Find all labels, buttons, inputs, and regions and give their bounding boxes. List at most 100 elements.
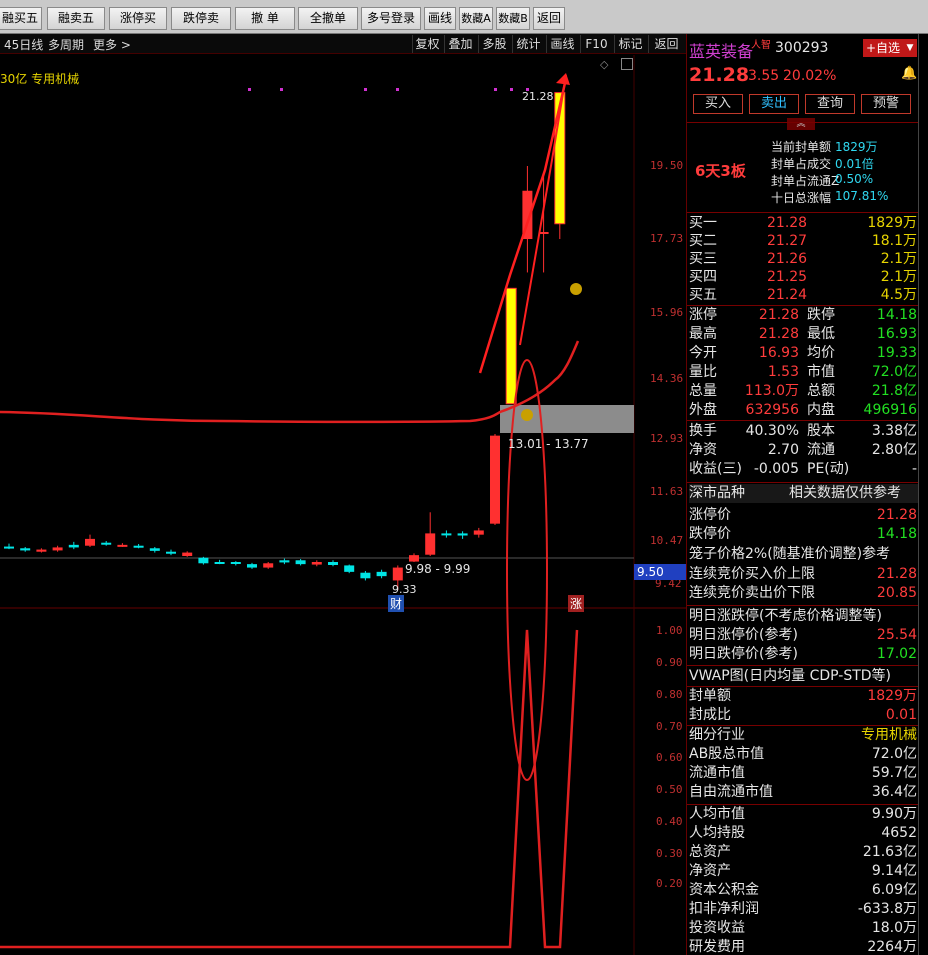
last-price: 21.28 (689, 64, 750, 86)
candle[interactable] (409, 555, 419, 562)
add-watchlist-button[interactable]: +自选 (863, 39, 903, 57)
stat-label: 内盘 (807, 402, 835, 418)
candle[interactable] (425, 533, 436, 555)
data-b-button[interactable]: 数藏B (496, 7, 530, 30)
stat-value: 2.70 (767, 442, 799, 458)
more-menu[interactable]: 更多 > (93, 36, 131, 53)
candle[interactable] (473, 530, 484, 535)
candle[interactable] (295, 560, 306, 565)
candle[interactable] (328, 562, 338, 565)
candle[interactable] (376, 571, 387, 577)
candle[interactable] (279, 560, 290, 563)
kv-value: 4652 (881, 825, 917, 841)
kv-label: 连续竞价买入价上限 (689, 566, 815, 582)
candle[interactable] (52, 547, 63, 551)
kv-row: 细分行业 专用机械 (689, 726, 919, 745)
candle[interactable] (149, 548, 160, 551)
kv-value: 1829万 (867, 688, 917, 704)
cancel-all-button[interactable]: 全撤单 (298, 7, 358, 30)
buy-button[interactable]: 买入 (693, 94, 743, 114)
candle[interactable] (263, 563, 274, 568)
ma45-label[interactable]: 45日线 (4, 36, 43, 53)
margin-sell-five-button[interactable]: 融卖五 (47, 7, 105, 30)
back-button[interactable]: 返回 (533, 7, 565, 30)
margin-buy-five-button[interactable]: 融买五 (0, 7, 42, 30)
limit-down-sell-button[interactable]: 跌停卖 (171, 7, 231, 30)
y-tick: 19.50 (650, 159, 684, 172)
kv-row: AB股总市值 72.0亿 (689, 745, 919, 764)
limit-up-tag[interactable]: 涨 (568, 595, 585, 612)
kv-row: 封单额 1829万 (689, 687, 919, 706)
kv-label: 总资产 (689, 844, 731, 860)
candle[interactable] (441, 533, 452, 536)
candle[interactable] (166, 551, 176, 554)
lower-tick: 0.70 (656, 720, 683, 733)
candle[interactable] (101, 542, 112, 545)
f10-button[interactable]: F10 (580, 35, 612, 53)
candle[interactable] (36, 549, 47, 552)
stat-label: 均价 (807, 345, 835, 361)
alert-button[interactable]: 预警 (861, 94, 911, 114)
adjust-button[interactable]: 复权 (412, 35, 442, 53)
candle[interactable] (311, 562, 322, 565)
chevron-down-icon[interactable]: ▼ (903, 39, 917, 57)
overlay-button[interactable]: 叠加 (444, 35, 476, 53)
stat-row: 外盘 632956 内盘 496916 (689, 401, 919, 420)
stock-tag: 人智 (751, 40, 771, 51)
collapse-icon[interactable]: ︽ (787, 118, 815, 130)
bid-volume: 4.5万 (880, 287, 917, 303)
candle[interactable] (214, 562, 225, 564)
kv-row: 跌停价 14.18 (689, 525, 919, 544)
money-bag-icon[interactable] (570, 283, 582, 295)
candle[interactable] (4, 546, 14, 549)
candle[interactable] (20, 548, 31, 551)
stat-label: 涨停 (689, 307, 717, 323)
candle[interactable] (117, 544, 128, 547)
candle[interactable] (133, 545, 144, 548)
candle[interactable] (457, 533, 468, 536)
bid-row: 买二 21.27 18.1万 (689, 232, 919, 251)
kv-label: 细分行业 (689, 727, 745, 743)
kv-row: 总资产 21.63亿 (689, 843, 919, 862)
draw-line-button[interactable]: 画线 (424, 7, 456, 30)
lower-tick: 0.40 (656, 815, 683, 828)
candle[interactable] (392, 567, 403, 581)
candlestick-chart[interactable] (0, 55, 686, 955)
candle[interactable] (490, 435, 500, 524)
kv-row: 净资产 9.14亿 (689, 862, 919, 881)
stat-row: 换手 40.30% 股本 3.38亿 (689, 422, 919, 441)
gap-label: 13.01 - 13.77 (508, 437, 589, 451)
cancel-order-button[interactable]: 撤 单 (235, 7, 295, 30)
limit-up-buy-button[interactable]: 涨停买 (109, 7, 167, 30)
kv-label: 跌停价 (689, 526, 731, 542)
multi-stock-button[interactable]: 多股 (478, 35, 510, 53)
multi-login-button[interactable]: 多号登录 (361, 7, 421, 30)
money-bag-icon[interactable] (521, 409, 533, 421)
query-button[interactable]: 查询 (805, 94, 855, 114)
sell-button[interactable]: 卖出 (749, 94, 799, 114)
mark-button[interactable]: 标记 (614, 35, 646, 53)
finance-tag[interactable]: 财 (388, 595, 405, 612)
candle[interactable] (85, 538, 95, 546)
stats-button[interactable]: 统计 (512, 35, 544, 53)
candle[interactable] (198, 557, 209, 564)
multi-period-label[interactable]: 多周期 (48, 36, 84, 53)
candle[interactable] (505, 287, 517, 405)
candle[interactable] (360, 572, 371, 579)
candle[interactable] (68, 544, 79, 548)
return-button[interactable]: 返回 (648, 35, 684, 53)
stat-value: 40.30% (745, 423, 799, 439)
candle[interactable] (182, 552, 193, 556)
candle[interactable] (247, 564, 257, 568)
stat-label: 换手 (689, 423, 717, 439)
vwap-header[interactable]: VWAP图(日内均量 CDP-STD等) (689, 667, 919, 686)
bid-row: 买一 21.28 1829万 (689, 214, 919, 233)
stat-value: 72.0亿 (871, 364, 917, 380)
bell-icon[interactable]: 🔔 (901, 66, 917, 81)
stat-value: 3.38亿 (871, 423, 917, 439)
draw-button[interactable]: 画线 (546, 35, 578, 53)
candle[interactable] (344, 565, 355, 572)
data-a-button[interactable]: 数藏A (459, 7, 493, 30)
bid-row: 买三 21.26 2.1万 (689, 250, 919, 269)
candle[interactable] (230, 562, 241, 564)
